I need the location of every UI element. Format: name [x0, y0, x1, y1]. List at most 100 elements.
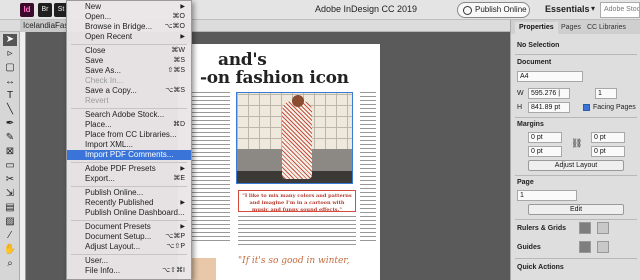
body-text-column-right	[360, 92, 376, 242]
line-tool-icon[interactable]: ╲	[3, 104, 17, 116]
menu-item-new[interactable]: New ▶	[67, 2, 191, 12]
selected-image-frame[interactable]	[236, 92, 353, 184]
menu-item-publish-online[interactable]: Publish Online...	[67, 188, 191, 198]
chevron-down-icon[interactable]: ▾	[591, 4, 595, 13]
selection-tool-icon[interactable]: ➤	[3, 34, 17, 46]
smart-guides-icon[interactable]	[597, 241, 609, 253]
menu-separator	[71, 108, 187, 109]
workspace-switcher[interactable]: Essentials	[545, 4, 590, 14]
page-size-select[interactable]: A4	[517, 71, 583, 82]
page-select[interactable]: 1	[517, 190, 577, 201]
zoom-tool-icon[interactable]: ⌕	[3, 258, 17, 270]
submenu-arrow-icon: ▶	[180, 166, 185, 172]
body-text-column	[190, 92, 230, 242]
bridge-icon[interactable]: Br	[38, 3, 52, 17]
menu-separator	[71, 254, 187, 255]
gradient-tool-icon[interactable]: ▤	[3, 202, 17, 214]
menu-item-export[interactable]: Export... ⌘E	[67, 174, 191, 184]
menu-item-open-recent[interactable]: Open Recent ▶	[67, 32, 191, 42]
rectangle-tool-icon[interactable]: ▭	[3, 160, 17, 172]
menu-item-publish-online-dashboard[interactable]: Publish Online Dashboard...	[67, 208, 191, 218]
adjust-layout-button[interactable]: Adjust Layout	[528, 160, 624, 171]
globe-icon	[463, 6, 472, 15]
headline-line-1: and's	[218, 50, 267, 70]
note-tool-icon[interactable]: ▨	[3, 216, 17, 228]
menu-item-close[interactable]: Close ⌘W	[67, 46, 191, 56]
eyedropper-tool-icon[interactable]: ⁄	[3, 230, 17, 242]
tab-properties[interactable]: Properties	[515, 22, 558, 34]
menu-separator	[71, 162, 187, 163]
pull-quote: "I like to mix many colors and patterns …	[238, 190, 356, 213]
scissors-tool-icon[interactable]: ✂	[3, 174, 17, 186]
menu-item-user[interactable]: User...	[67, 256, 191, 266]
file-menu: New ▶ Open... ⌘O Browse in Bridge... ⌥⌘O Op…	[66, 0, 192, 280]
menu-item-document-setup[interactable]: Document Setup... ⌥⌘P	[67, 232, 191, 242]
indesign-logo: Id	[20, 3, 34, 17]
menu-item-save-a-copy[interactable]: Save a Copy... ⌥⌘S	[67, 86, 191, 96]
pull-quote-text: "I like to mix many colors and patterns …	[242, 193, 352, 213]
free-transform-tool-icon[interactable]: ⇲	[3, 188, 17, 200]
height-label: H	[517, 104, 523, 111]
menu-separator	[71, 44, 187, 45]
page-count-input[interactable]: 1	[595, 88, 617, 99]
menu-item-place[interactable]: Place... ⌘D	[67, 120, 191, 130]
gap-tool-icon[interactable]: ↔	[3, 76, 17, 88]
body-text-lower	[238, 216, 356, 246]
menu-item-adobe-pdf-presets[interactable]: Adobe PDF Presets ▶	[67, 164, 191, 174]
headline-line-2: -on fashion icon	[200, 68, 349, 88]
direct-selection-tool-icon[interactable]: ▹	[3, 48, 17, 60]
type-tool-icon[interactable]: T	[3, 90, 17, 102]
menu-item-adjust-layout[interactable]: Adjust Layout... ⌥⇧P	[67, 242, 191, 252]
subhead-text: "If it's so good in winter,	[238, 256, 350, 266]
ruler-icon[interactable]	[579, 222, 591, 234]
menu-item-recently-published[interactable]: Recently Published ▶	[67, 198, 191, 208]
guides-icon[interactable]	[579, 241, 591, 253]
margin-right-input[interactable]: 0 pt	[591, 146, 625, 157]
menu-separator	[71, 220, 187, 221]
pencil-tool-icon[interactable]: ✎	[3, 132, 17, 144]
menu-item-save-as[interactable]: Save As... ⇧⌘S	[67, 66, 191, 76]
menu-item-file-info[interactable]: File Info... ⌥⇧⌘I	[67, 266, 191, 276]
edit-page-button[interactable]: Edit	[528, 204, 624, 215]
menu-item-document-presets[interactable]: Document Presets ▶	[67, 222, 191, 232]
facing-pages-checkbox[interactable]	[583, 104, 590, 111]
menu-item-check-in: Check In...	[85, 76, 124, 85]
link-margins-icon[interactable]: ⛓	[571, 138, 582, 149]
document-tab[interactable]: IcelandiaFashi	[20, 20, 66, 32]
publish-online-button[interactable]: Publish Online	[457, 2, 530, 18]
menu-item-save[interactable]: Save ⌘S	[67, 56, 191, 66]
margin-bottom-input[interactable]: 0 pt	[528, 146, 562, 157]
margin-left-input[interactable]: 0 pt	[591, 132, 625, 143]
adobe-stock-search-input[interactable]: Adobe Stock	[600, 2, 640, 18]
tab-pages[interactable]: Pages	[557, 22, 585, 34]
rulers-grids-label: Rulers & Grids	[517, 225, 567, 232]
page-tool-icon[interactable]: ▢	[3, 62, 17, 74]
menu-separator	[71, 186, 187, 187]
bottom-photo	[190, 258, 216, 280]
rectangle-frame-tool-icon[interactable]: ⊠	[3, 146, 17, 158]
menu-item-import-xml[interactable]: Import XML...	[67, 140, 191, 150]
facing-pages-label: Facing Pages	[593, 104, 636, 111]
page-section-label: Page	[517, 179, 534, 186]
menu-item-place-from-cc-libraries[interactable]: Place from CC Libraries...	[67, 130, 191, 140]
height-input[interactable]: 841.89 pt	[528, 102, 570, 113]
guides-label: Guides	[517, 244, 541, 251]
menu-item-import-pdf-comments[interactable]: Import PDF Comments...	[67, 150, 191, 160]
menu-item-open[interactable]: Open... ⌘O	[67, 12, 191, 22]
window-title: Adobe InDesign CC 2019	[315, 4, 418, 14]
submenu-arrow-icon: ▶	[180, 34, 185, 40]
quick-actions-label: Quick Actions	[517, 264, 564, 271]
publish-online-label: Publish Online	[475, 5, 527, 14]
document-section-label: Document	[517, 59, 552, 66]
menu-item-browse-in-bridge[interactable]: Browse in Bridge... ⌥⌘O	[67, 22, 191, 32]
menu-item-revert: Revert	[85, 96, 109, 105]
margin-top-input[interactable]: 0 pt	[528, 132, 562, 143]
tab-cc-libraries[interactable]: CC Libraries	[583, 22, 630, 34]
submenu-arrow-icon: ▶	[180, 200, 185, 206]
hand-tool-icon[interactable]: ✋	[3, 244, 17, 256]
width-input[interactable]: 595.276 |	[528, 88, 570, 99]
panel-tabs: Properties Pages CC Libraries	[511, 20, 640, 34]
menu-item-search-adobe-stock[interactable]: Search Adobe Stock...	[67, 110, 191, 120]
pen-tool-icon[interactable]: ✒	[3, 118, 17, 130]
grid-icon[interactable]	[597, 222, 609, 234]
